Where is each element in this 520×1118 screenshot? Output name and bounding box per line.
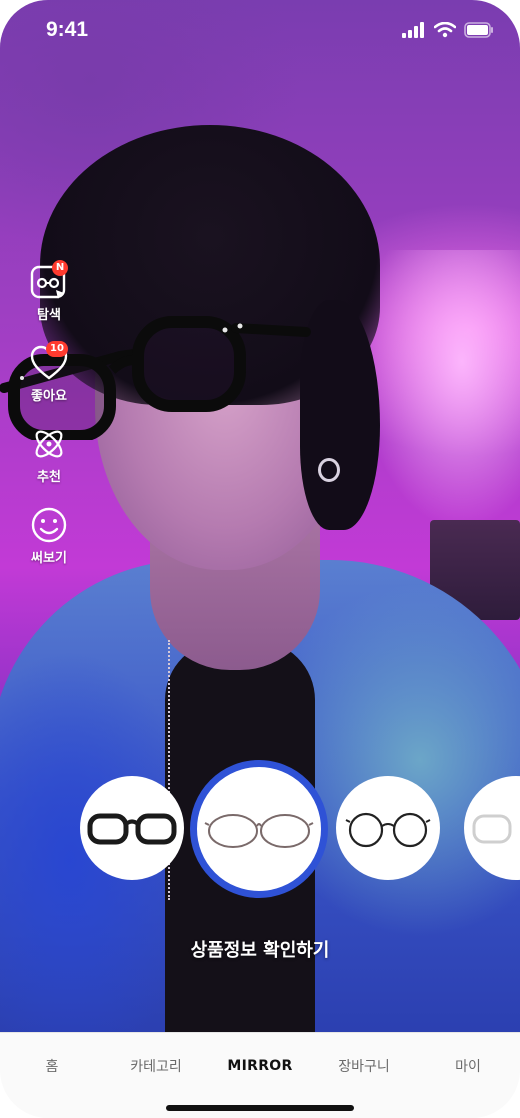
atom-icon bbox=[35, 430, 63, 458]
view-product-info-button[interactable]: 상품정보 확인하기 bbox=[0, 936, 520, 962]
side-menu: N 탐색 10 좋아요 추천 써보기 bbox=[22, 260, 76, 586]
wifi-icon bbox=[434, 22, 456, 38]
tab-cart[interactable]: 장바구니 bbox=[312, 1056, 416, 1076]
likes-badge: 10 bbox=[46, 341, 68, 357]
side-item-likes[interactable]: 10 좋아요 bbox=[22, 341, 76, 404]
carousel-item-clear-frame[interactable] bbox=[464, 776, 520, 880]
explore-badge: N bbox=[52, 260, 68, 276]
battery-icon bbox=[464, 22, 493, 38]
status-icons bbox=[402, 22, 494, 38]
metal-round-glasses-icon bbox=[204, 814, 314, 848]
bottom-tab-bar: 홈 카테고리 MIRROR 장바구니 마이 bbox=[0, 1032, 520, 1118]
carousel-item-black-round-metal[interactable] bbox=[336, 776, 440, 880]
smiley-face-icon bbox=[31, 507, 67, 543]
side-item-label: 추천 bbox=[37, 470, 61, 485]
side-item-label: 탐색 bbox=[37, 308, 61, 323]
tab-list: 홈 카테고리 MIRROR 장바구니 마이 bbox=[0, 1033, 520, 1099]
person-earring bbox=[318, 458, 340, 482]
tab-category[interactable]: 카테고리 bbox=[104, 1056, 208, 1076]
glasses-carousel[interactable] bbox=[0, 760, 520, 910]
carousel-item-black-thick-frame[interactable] bbox=[80, 776, 184, 880]
black-frame-glasses-icon bbox=[87, 813, 177, 845]
background-light bbox=[360, 250, 520, 530]
tab-my[interactable]: 마이 bbox=[416, 1056, 520, 1076]
status-time: 9:41 bbox=[46, 18, 89, 41]
tab-mirror[interactable]: MIRROR bbox=[208, 1058, 312, 1074]
side-item-label: 써보기 bbox=[31, 551, 67, 566]
round-metal-glasses-icon bbox=[345, 812, 431, 848]
side-item-label: 좋아요 bbox=[31, 389, 67, 404]
status-bar: 9:41 bbox=[0, 0, 520, 64]
phone-screen: 9:41 N 탐색 10 좋아요 추천 써보기 상품정보 확인하기 홈 카테고리… bbox=[0, 0, 520, 1118]
side-item-explore[interactable]: N 탐색 bbox=[22, 260, 76, 323]
side-item-tryon[interactable]: 써보기 bbox=[22, 505, 76, 566]
carousel-item-thin-metal-round[interactable] bbox=[190, 760, 328, 898]
side-item-recommend[interactable]: 추천 bbox=[22, 424, 76, 485]
tab-home[interactable]: 홈 bbox=[0, 1056, 104, 1076]
cellular-signal-icon bbox=[402, 22, 424, 38]
home-indicator bbox=[166, 1105, 354, 1111]
clear-frame-glasses-icon bbox=[472, 814, 512, 844]
